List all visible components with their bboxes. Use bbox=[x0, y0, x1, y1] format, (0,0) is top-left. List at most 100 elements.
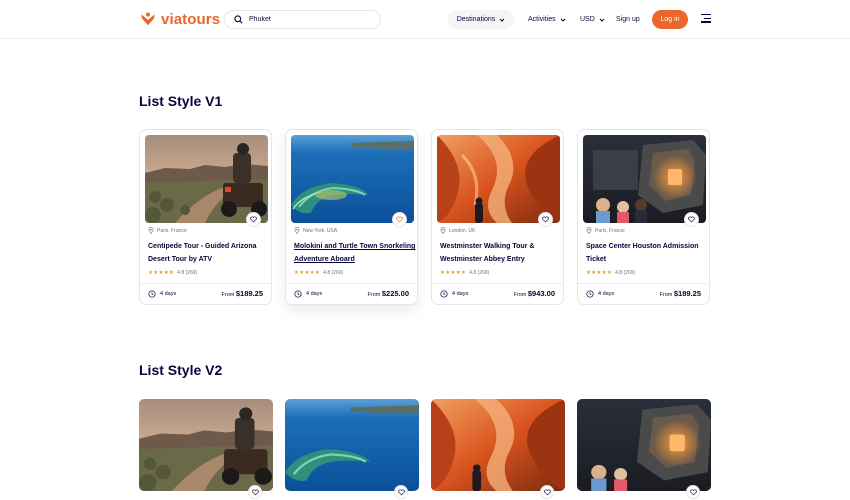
tour-rating: ★★★★★ 4.8 (269) bbox=[294, 270, 343, 276]
tour-card-v2[interactable] bbox=[285, 399, 419, 491]
tour-image bbox=[583, 135, 706, 223]
favorite-button[interactable] bbox=[248, 485, 262, 499]
nav-destinations-label: Destinations bbox=[456, 16, 496, 23]
tour-title[interactable]: Molokini and Turtle Town Snorkeling Adve… bbox=[294, 240, 416, 266]
heart-icon bbox=[250, 216, 257, 223]
brand-logo[interactable]: viatours bbox=[139, 10, 220, 28]
tour-duration: 4 days bbox=[294, 290, 322, 298]
tour-duration-text: 4 days bbox=[160, 291, 177, 297]
nav-currency[interactable]: USD bbox=[580, 10, 605, 29]
search-input[interactable] bbox=[249, 16, 369, 23]
heart-icon bbox=[542, 216, 549, 223]
favorite-button[interactable] bbox=[540, 485, 554, 499]
star-rating-icon: ★★★★★ bbox=[440, 270, 467, 276]
clock-icon bbox=[586, 290, 594, 298]
tour-duration-text: 4 days bbox=[452, 291, 469, 297]
tour-image bbox=[285, 399, 419, 491]
heart-icon bbox=[543, 489, 551, 495]
card-divider bbox=[578, 283, 709, 284]
tour-rating: ★★★★★ 4.8 (269) bbox=[440, 270, 489, 276]
brand-name: viatours bbox=[161, 10, 221, 28]
favorite-button[interactable] bbox=[394, 485, 408, 499]
card-divider bbox=[432, 283, 563, 284]
tour-rating-text: 4.8 (269) bbox=[615, 270, 636, 276]
price-prefix: From bbox=[659, 292, 673, 298]
tour-image bbox=[577, 399, 711, 491]
location-pin-icon bbox=[148, 227, 154, 234]
tour-image bbox=[431, 399, 565, 491]
price-prefix: From bbox=[221, 292, 235, 298]
tour-rating: ★★★★★ 4.8 (269) bbox=[148, 270, 197, 276]
tour-location: New York, USA bbox=[294, 227, 337, 234]
tour-image bbox=[437, 135, 560, 223]
tour-price: From $225.00 bbox=[368, 289, 410, 298]
tour-location: London, UK bbox=[440, 227, 475, 234]
nav-activities-label: Activities bbox=[528, 16, 556, 23]
star-rating-icon: ★★★★★ bbox=[586, 270, 613, 276]
tour-price: From $943.00 bbox=[514, 289, 556, 298]
hamburger-menu-icon[interactable] bbox=[701, 14, 711, 24]
tour-title[interactable]: Centipede Tour - Guided Arizona Desert T… bbox=[148, 240, 270, 266]
chevron-down-icon bbox=[599, 18, 605, 22]
location-pin-icon bbox=[440, 227, 446, 234]
location-pin-icon bbox=[586, 227, 592, 234]
favorite-button[interactable] bbox=[392, 212, 407, 227]
tour-card[interactable]: New York, USA Molokini and Turtle Town S… bbox=[285, 129, 418, 305]
tour-duration: 4 days bbox=[148, 290, 176, 298]
login-button[interactable]: Log in bbox=[652, 10, 688, 29]
section-title-v2: List Style V2 bbox=[139, 362, 223, 378]
tour-title[interactable]: Space Center Houston Admission Ticket bbox=[586, 240, 708, 266]
tour-card-v2[interactable] bbox=[139, 399, 273, 491]
heart-icon bbox=[689, 489, 697, 495]
tour-rating-text: 4.8 (269) bbox=[323, 270, 344, 276]
star-rating-icon: ★★★★★ bbox=[294, 270, 321, 276]
tour-location: Paris, France bbox=[148, 227, 187, 234]
tour-location-text: London, UK bbox=[449, 227, 476, 234]
logo-icon bbox=[141, 12, 155, 26]
heart-icon bbox=[396, 216, 403, 223]
tour-card-v2[interactable] bbox=[431, 399, 565, 491]
favorite-button[interactable] bbox=[246, 212, 261, 227]
tour-title[interactable]: Westminster Walking Tour & Westminster A… bbox=[440, 240, 562, 266]
price-prefix: From bbox=[513, 292, 527, 298]
price-value: $189.25 bbox=[673, 289, 701, 298]
signup-label: Sign up bbox=[616, 16, 640, 23]
tour-price: From $189.25 bbox=[660, 289, 702, 298]
tour-card[interactable]: Paris, France Centipede Tour - Guided Ar… bbox=[139, 129, 272, 305]
star-rating-icon: ★★★★★ bbox=[148, 270, 175, 276]
chevron-down-icon bbox=[560, 18, 565, 22]
nav-activities[interactable]: Activities bbox=[528, 10, 566, 29]
location-pin-icon bbox=[294, 227, 300, 234]
favorite-button[interactable] bbox=[684, 212, 699, 227]
section-title-v1: List Style V1 bbox=[139, 93, 223, 109]
price-value: $189.25 bbox=[235, 289, 263, 298]
search-bar[interactable] bbox=[224, 10, 381, 29]
favorite-button[interactable] bbox=[686, 485, 700, 499]
nav-currency-label: USD bbox=[580, 16, 595, 23]
price-value: $225.00 bbox=[381, 289, 409, 298]
price-value: $943.00 bbox=[527, 289, 555, 298]
tour-image bbox=[145, 135, 268, 223]
tour-location: Paris, France bbox=[586, 227, 625, 234]
search-icon bbox=[234, 15, 243, 24]
tour-card-v2[interactable] bbox=[577, 399, 711, 491]
tour-duration-text: 4 days bbox=[306, 291, 323, 297]
tour-location-text: New York, USA bbox=[303, 227, 338, 234]
card-divider bbox=[286, 283, 417, 284]
signup-link[interactable]: Sign up bbox=[616, 10, 640, 29]
heart-icon bbox=[251, 489, 259, 495]
tour-duration: 4 days bbox=[440, 290, 468, 298]
tour-card[interactable]: Paris, France Space Center Houston Admis… bbox=[577, 129, 710, 305]
tour-card[interactable]: London, UK Westminster Walking Tour & We… bbox=[431, 129, 564, 305]
tour-image bbox=[139, 399, 273, 491]
nav-destinations[interactable]: Destinations bbox=[448, 10, 514, 29]
tour-location-text: Paris, France bbox=[157, 227, 187, 234]
tour-rating-text: 4.8 (269) bbox=[469, 270, 490, 276]
tour-duration-text: 4 days bbox=[598, 291, 615, 297]
clock-icon bbox=[294, 290, 302, 298]
tour-location-text: Paris, France bbox=[595, 227, 625, 234]
clock-icon bbox=[148, 290, 156, 298]
favorite-button[interactable] bbox=[538, 212, 553, 227]
heart-icon bbox=[397, 489, 405, 495]
site-header: viatours Destinations Activities USD Sig… bbox=[0, 0, 850, 39]
